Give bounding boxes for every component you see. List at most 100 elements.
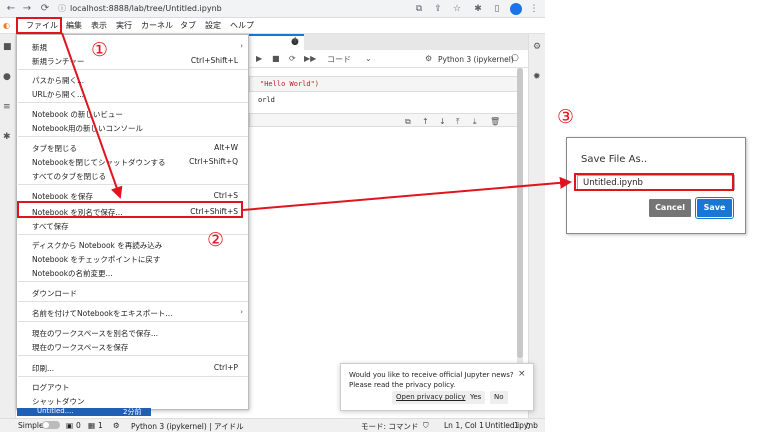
menu-edit[interactable]: 編集 xyxy=(66,20,82,32)
no-button[interactable]: No xyxy=(490,391,508,404)
menu-item-shutdown[interactable]: シャットダウン xyxy=(32,396,85,407)
menu-item-download[interactable]: ダウンロード xyxy=(32,288,77,299)
menu-item-close-tab[interactable]: タブを閉じる xyxy=(32,143,77,154)
menu-item-new-launcher[interactable]: 新規ランチャー xyxy=(32,56,84,67)
highlight-file-menu xyxy=(16,17,62,34)
debugger-icon[interactable]: ✹ xyxy=(533,72,541,82)
menu-item-revert[interactable]: Notebook をチェックポイントに戻す xyxy=(32,254,160,265)
move-up-icon[interactable]: ↑ xyxy=(422,117,429,126)
menu-item-open-path[interactable]: パスから開く... xyxy=(32,75,84,86)
insert-above-icon[interactable]: ⤒ xyxy=(456,117,460,127)
menu-divider xyxy=(18,355,248,356)
menu-item-export[interactable]: 名前を付けてNotebookをエキスポート... xyxy=(32,308,172,319)
extensions-icon[interactable]: ✱ xyxy=(471,2,485,16)
shortcut: Ctrl+Shift+L xyxy=(190,56,238,65)
menu-run[interactable]: 実行 xyxy=(116,20,132,32)
restart-run-icon[interactable]: ▶▶ xyxy=(304,54,316,63)
property-inspector-icon[interactable]: ⚙ xyxy=(533,42,541,52)
menu-item-new-view[interactable]: Notebook の新しいビュー xyxy=(32,109,123,120)
cell-type-select[interactable]: コード xyxy=(327,54,351,65)
menu-item-save-workspace[interactable]: 現在のワークスペースを保存 xyxy=(32,342,128,353)
screenshot-stage: ← → ⟳ ⓘ localhost:8888/lab/tree/Untitled… xyxy=(0,0,768,432)
cancel-button[interactable]: Cancel xyxy=(649,199,691,217)
kernel-icon: ▦ xyxy=(88,421,96,430)
menu-item-open-url[interactable]: URLから開く... xyxy=(32,89,84,100)
kernel-name[interactable]: Python 3 (ipykernel) xyxy=(438,55,514,64)
toc-icon[interactable]: ≡ xyxy=(3,102,13,112)
gear-icon: ⚙ xyxy=(113,421,120,430)
gear-icon[interactable]: ⚙ xyxy=(425,54,432,63)
menu-item-close-shutdown[interactable]: Notebookを閉じてシャットダウンする xyxy=(32,157,166,168)
translate-icon[interactable]: ⧉ xyxy=(412,2,426,16)
run-icon[interactable]: ▶ xyxy=(256,54,262,63)
code-cell-1[interactable]: "Hello World") xyxy=(249,76,521,92)
menu-divider xyxy=(18,301,248,302)
step-2-marker: ② xyxy=(207,229,225,251)
privacy-policy-link[interactable]: Open privacy policy xyxy=(392,391,470,404)
star-icon[interactable]: ☆ xyxy=(450,2,464,16)
menu-divider xyxy=(18,184,248,185)
restart-icon[interactable]: ⟳ xyxy=(289,54,296,63)
bell-icon[interactable]: ♫ xyxy=(524,421,531,430)
notification-count[interactable]: 1 xyxy=(514,421,519,430)
left-sidebar: ■ ● ≡ ✱ xyxy=(0,34,16,420)
highlight-filename-field xyxy=(574,173,734,191)
menu-item-reload[interactable]: ディスクから Notebook を再読み込み xyxy=(32,240,162,251)
menu-view[interactable]: 表示 xyxy=(91,20,107,32)
kernel-status[interactable]: Python 3 (ipykernel) | アイドル xyxy=(131,421,244,432)
menu-item-save-all[interactable]: すべて保存 xyxy=(32,221,69,232)
scrollbar-thumb[interactable] xyxy=(517,68,523,358)
menu-help[interactable]: ヘルプ xyxy=(230,20,254,32)
insert-below-icon[interactable]: ⤓ xyxy=(473,117,477,127)
menu-divider xyxy=(18,69,248,70)
menu-item-new-console[interactable]: Notebook用の新しいコンソール xyxy=(32,123,143,134)
running-icon[interactable]: ● xyxy=(3,72,13,82)
more-icon[interactable]: ⋮ xyxy=(527,2,541,16)
menu-item-new[interactable]: 新規 xyxy=(32,42,47,53)
shield-icon: ⛉ xyxy=(423,421,429,430)
extension-icon[interactable]: ✱ xyxy=(3,132,13,142)
info-icon[interactable]: ⓘ xyxy=(58,2,66,16)
menu-tabs[interactable]: タブ xyxy=(180,20,196,32)
shortcut: Ctrl+Shift+Q xyxy=(189,157,238,166)
sidepanel-icon[interactable]: ▯ xyxy=(490,2,504,16)
terminal-icon: ▣ xyxy=(66,421,74,430)
menu-item-close-all[interactable]: すべてのタブを閉じる xyxy=(32,171,106,182)
new-tab-plus-icon[interactable]: + xyxy=(291,35,299,46)
url-text: localhost:8888/lab/tree/Untitled.ipynb xyxy=(70,4,222,13)
mode-status: モード: コマンド xyxy=(361,422,419,431)
code-cell-2[interactable] xyxy=(249,113,521,127)
chevron-down-icon[interactable]: ⌄ xyxy=(365,54,372,63)
menu-item-save-workspace-as[interactable]: 現在のワークスペースを別名で保存... xyxy=(32,328,158,339)
save-button[interactable]: Save xyxy=(695,197,734,219)
shortcut: Ctrl+S xyxy=(213,191,238,200)
news-line-1: Would you like to receive official Jupyt… xyxy=(349,371,514,379)
move-down-icon[interactable]: ↓ xyxy=(439,117,446,126)
copy-cell-icon[interactable]: ⧉ xyxy=(405,117,411,127)
back-icon[interactable]: ← xyxy=(4,2,18,16)
reload-icon[interactable]: ⟳ xyxy=(38,2,52,16)
folder-icon[interactable]: ■ xyxy=(3,42,13,52)
menu-kernel[interactable]: カーネル xyxy=(141,20,173,32)
menu-item-logout[interactable]: ログアウト xyxy=(32,382,70,393)
forward-icon[interactable]: → xyxy=(20,2,34,16)
menu-item-print[interactable]: 印刷... xyxy=(32,363,54,374)
menu-divider xyxy=(18,102,248,103)
delete-cell-icon[interactable]: 🗑 xyxy=(490,117,500,126)
simple-mode-label: Simple xyxy=(18,421,44,430)
profile-avatar[interactable] xyxy=(510,3,522,15)
stop-icon[interactable]: ■ xyxy=(272,54,280,63)
menu-item-rename[interactable]: Notebookの名前変更... xyxy=(32,268,113,279)
share-icon[interactable]: ⇪ xyxy=(431,2,445,16)
simple-mode-toggle[interactable] xyxy=(42,421,60,429)
file-name: Untitled.... xyxy=(37,407,74,415)
code-text: "Hello World") xyxy=(260,80,320,88)
jupyter-menubar: ◐ ファイル 編集 表示 実行 カーネル タブ 設定 ヘルプ xyxy=(0,18,545,34)
url-field[interactable]: ⓘ localhost:8888/lab/tree/Untitled.ipynb xyxy=(58,2,388,16)
cursor-position[interactable]: Ln 1, Col 1 xyxy=(444,421,484,430)
close-icon[interactable]: × xyxy=(518,369,526,379)
menu-divider xyxy=(18,376,248,377)
yes-button[interactable]: Yes xyxy=(466,391,486,404)
menu-settings[interactable]: 設定 xyxy=(205,20,221,32)
open-file-tab[interactable]: Untitled.... 2分前 xyxy=(17,407,151,416)
